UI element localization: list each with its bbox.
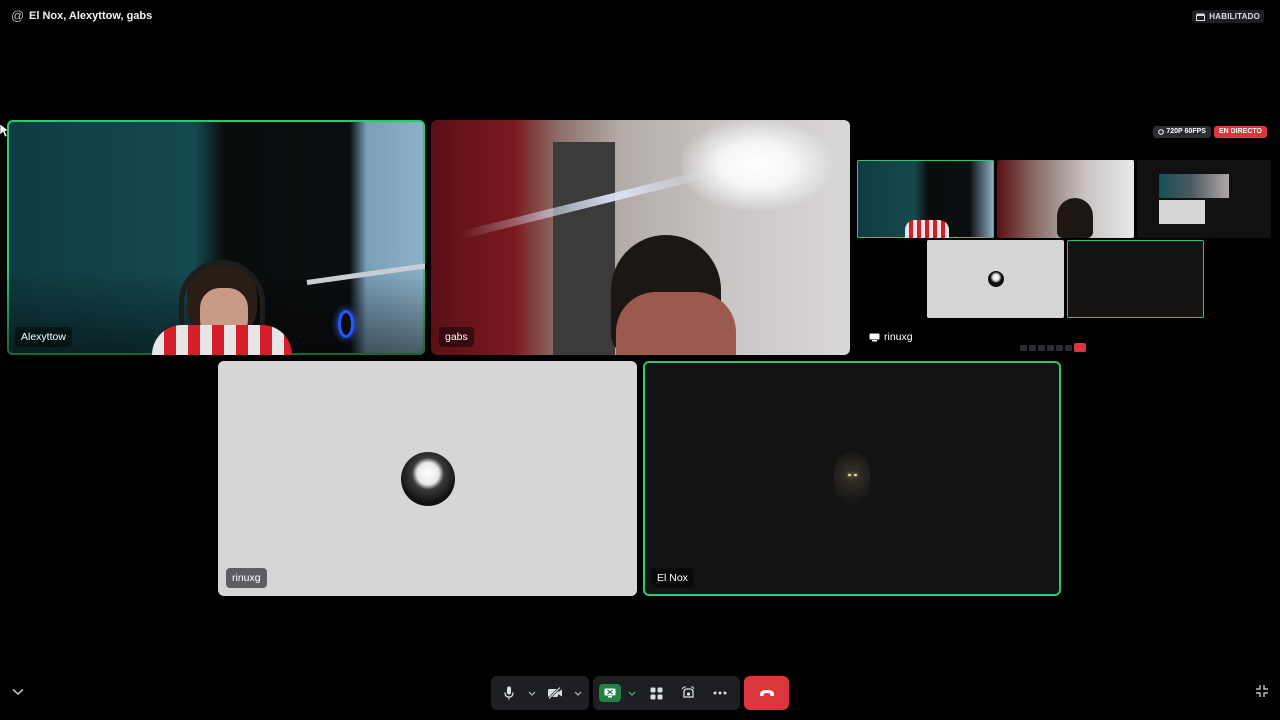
hang-up-icon: [759, 690, 774, 696]
screen-share-icon: [869, 333, 880, 341]
activities-icon: [650, 687, 662, 699]
chevron-down-icon: [574, 691, 582, 696]
stream-quality-badge: 720P 60FPS: [1153, 126, 1211, 138]
screen-share-tile-rinuxg[interactable]: 720P 60FPS EN DIRECTO rinuxg: [855, 120, 1273, 355]
clapperboard-icon: [1196, 13, 1206, 21]
participant-name: rinuxg: [884, 331, 913, 343]
microphone-icon: [504, 686, 514, 700]
mini-tile-nested-share-avatar: [1159, 200, 1205, 224]
call-title[interactable]: El Nox, Alexyttow, gabs: [29, 9, 152, 23]
microphone-options-button[interactable]: [525, 679, 539, 707]
stream-badges: 720P 60FPS EN DIRECTO: [1153, 126, 1267, 138]
participant-name: gabs: [445, 331, 468, 343]
mini-toolbar-button: [1020, 344, 1027, 351]
participant-tile-gabs[interactable]: gabs: [431, 120, 850, 355]
camera-off-icon: [548, 687, 562, 699]
mini-avatar-rinuxg: [988, 271, 1004, 287]
mini-call-toolbar: [1020, 343, 1120, 352]
end-call-button[interactable]: [744, 676, 789, 710]
exit-fullscreen-icon[interactable]: [1254, 684, 1270, 700]
more-icon: [713, 691, 727, 695]
webcam-video-alexyttow-mic: [338, 310, 354, 338]
collapse-chevron-icon[interactable]: [10, 684, 26, 700]
microphone-button[interactable]: [495, 679, 523, 707]
status-badge[interactable]: HABILITADO: [1192, 10, 1264, 23]
participant-name-tag: gabs: [439, 327, 474, 347]
avatar-eye: [854, 474, 857, 476]
stream-quality-icon: [1158, 129, 1165, 135]
audio-video-controls: [491, 676, 589, 710]
avatar: [401, 452, 455, 506]
participant-tile-rinuxg[interactable]: rinuxg: [218, 361, 637, 596]
chevron-down-icon: [628, 691, 636, 696]
avatar-eye: [848, 474, 851, 476]
mini-tile-nested-share-preview: [1159, 174, 1229, 198]
participant-name-tag: El Nox: [651, 568, 694, 588]
chevron-down-icon: [528, 691, 536, 696]
mini-tile-gabs-head: [1057, 198, 1093, 238]
mini-tile-alexyttow-shirt: [905, 220, 949, 238]
mini-toolbar-button: [1029, 344, 1036, 351]
mini-tile-gabs: [997, 160, 1134, 238]
webcam-video-alexyttow-shirt: [152, 325, 292, 355]
live-badge: EN DIRECTO: [1213, 126, 1267, 138]
screen-share-active-indicator: [599, 684, 621, 702]
at-icon: @: [11, 8, 25, 23]
avatar: [834, 452, 870, 504]
stream-quality-label: 720P 60FPS: [1166, 128, 1206, 135]
status-badge-label: HABILITADO: [1209, 12, 1260, 21]
camera-options-button[interactable]: [571, 679, 585, 707]
mini-toolbar-button: [1056, 344, 1063, 351]
participant-name: El Nox: [657, 572, 688, 584]
participant-tile-elnox[interactable]: El Nox: [643, 361, 1061, 596]
screen-share-button[interactable]: [597, 679, 623, 707]
mini-tile-rinuxg: [927, 240, 1064, 318]
mini-toolbar-button: [1047, 344, 1054, 351]
participant-name: rinuxg: [232, 572, 261, 584]
screen-share-video: 720P 60FPS EN DIRECTO: [857, 122, 1271, 353]
mini-tile-nested-share: [1137, 160, 1271, 238]
mini-toolbar-button: [1038, 344, 1045, 351]
soundboard-icon: [681, 686, 695, 698]
mini-tile-alexyttow: [857, 160, 994, 238]
webcam-video-gabs-light: [682, 120, 832, 210]
call-action-controls: [593, 676, 740, 710]
camera-button[interactable]: [541, 679, 569, 707]
mini-toolbar-end-button: [1074, 343, 1086, 352]
soundboard-button[interactable]: [673, 679, 703, 707]
call-header: @ El Nox, Alexyttow, gabs HABILITADO: [0, 0, 1280, 34]
participant-name-tag: rinuxg: [863, 327, 919, 347]
mini-toolbar-button: [1065, 344, 1072, 351]
activities-button[interactable]: [641, 679, 671, 707]
participant-name: Alexyttow: [21, 331, 66, 343]
more-options-button[interactable]: [705, 679, 735, 707]
webcam-video-gabs: [553, 142, 615, 355]
participant-tile-alexyttow[interactable]: Alexyttow: [7, 120, 425, 355]
participant-name-tag: rinuxg: [226, 568, 267, 588]
mini-tile-elnox: [1067, 240, 1204, 318]
screen-share-options-button[interactable]: [625, 679, 639, 707]
participant-name-tag: Alexyttow: [15, 327, 72, 347]
screen-share-stop-icon: [604, 688, 616, 698]
webcam-video-gabs-shirt: [616, 292, 736, 355]
